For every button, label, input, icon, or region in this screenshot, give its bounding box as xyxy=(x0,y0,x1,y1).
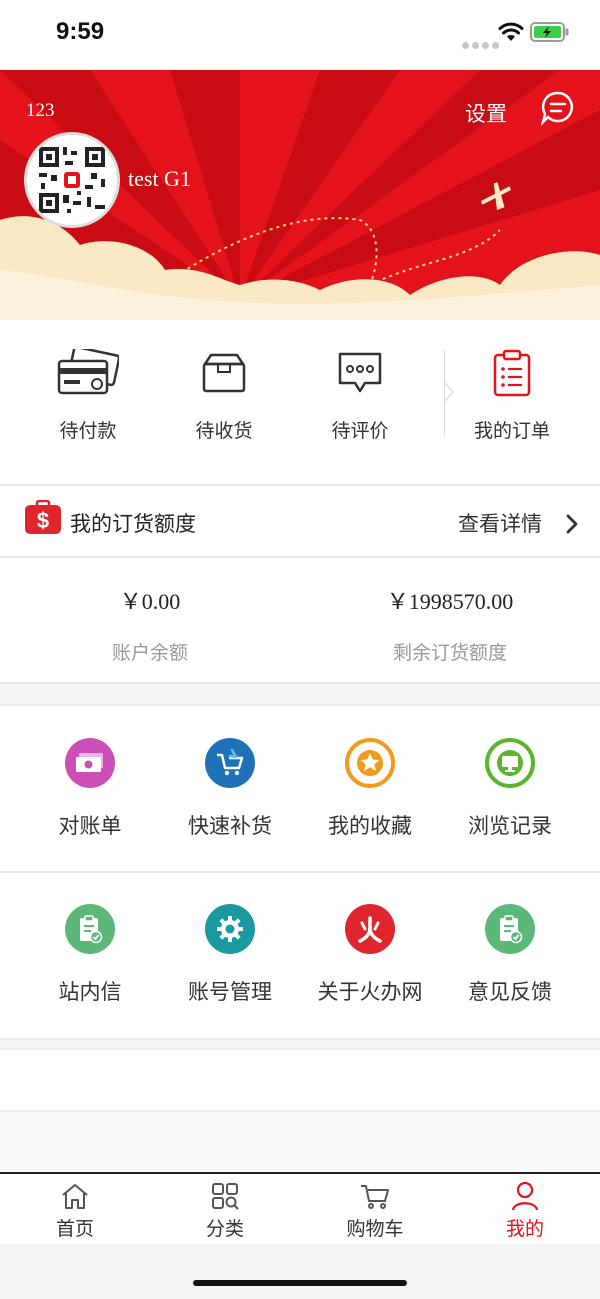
quota-header[interactable]: $ 我的订货额度 查看详情 xyxy=(0,484,600,558)
menu-statement[interactable]: 对账单 xyxy=(15,738,165,840)
fire-logo-icon xyxy=(345,904,395,954)
menu-label: 站内信 xyxy=(58,980,122,1004)
balance-value: ￥0.00 xyxy=(119,589,181,614)
remaining-value: ￥1998570.00 xyxy=(386,589,514,614)
menu-label: 账号管理 xyxy=(188,980,272,1004)
tab-mine[interactable]: 我的 xyxy=(450,1180,600,1241)
person-icon xyxy=(511,1181,539,1211)
tab-category[interactable]: 分类 xyxy=(150,1180,300,1241)
tab-label: 首页 xyxy=(55,1218,94,1240)
tab-label: 购物车 xyxy=(346,1218,404,1240)
avatar[interactable] xyxy=(24,132,120,228)
menu-feedback[interactable]: 意见反馈 xyxy=(435,904,585,1006)
order-pending-receipt[interactable]: 待收货 xyxy=(164,346,284,443)
remaining-quota: ￥1998570.00 剩余订货额度 xyxy=(300,584,600,665)
qr-code-avatar-icon xyxy=(27,135,117,225)
menu-label: 快速补货 xyxy=(188,814,272,838)
status-bar: 9:59 xyxy=(0,0,600,70)
view-details-link[interactable]: 查看详情 xyxy=(458,508,542,538)
menu-favorites[interactable]: 我的收藏 xyxy=(295,738,445,840)
home-icon xyxy=(62,1184,88,1209)
home-indicator-area xyxy=(0,1244,600,1299)
order-pending-payment[interactable]: 待付款 xyxy=(28,346,148,443)
user-number: 123 xyxy=(26,100,55,121)
message-icon[interactable] xyxy=(540,90,576,126)
menu-inbox[interactable]: 站内信 xyxy=(15,904,165,1006)
wallet-dollar-icon: $ xyxy=(25,500,61,534)
order-pending-review[interactable]: 待评价 xyxy=(300,346,420,443)
wifi-icon xyxy=(498,22,524,41)
order-label: 我的订单 xyxy=(473,420,550,442)
menu-about[interactable]: 关于火办网 xyxy=(295,904,445,1006)
tab-home[interactable]: 首页 xyxy=(0,1180,150,1241)
cash-bill-icon xyxy=(65,738,115,788)
tab-label: 分类 xyxy=(205,1218,244,1240)
status-time: 9:59 xyxy=(56,18,105,45)
credit-card-icon xyxy=(57,349,119,395)
settings-button[interactable]: 设置 xyxy=(465,98,507,128)
order-status-row: 待付款 待收货 待评价 我的订单 xyxy=(0,320,600,484)
category-grid-icon xyxy=(212,1183,239,1210)
menu-label: 我的收藏 xyxy=(328,814,412,838)
tab-label: 我的 xyxy=(505,1218,544,1240)
feature-grid: 对账单 快速补货 我的收藏 浏览记录 站内信 账号管理 关于火办网 意见反馈 xyxy=(0,704,600,1040)
comment-bubble-icon xyxy=(338,352,382,393)
divider xyxy=(0,871,600,873)
clipboard-list-icon xyxy=(493,349,531,397)
clipboard-check-icon xyxy=(485,904,535,954)
clipboard-check-icon xyxy=(65,904,115,954)
menu-label: 浏览记录 xyxy=(468,814,552,838)
order-label: 待评价 xyxy=(331,420,389,442)
quota-values: ￥0.00 账户余额 ￥1998570.00 剩余订货额度 xyxy=(0,558,600,684)
svg-text:$: $ xyxy=(37,508,49,533)
menu-quick-restock[interactable]: 快速补货 xyxy=(155,738,305,840)
order-label: 待收货 xyxy=(195,420,253,442)
monitor-icon xyxy=(485,738,535,788)
profile-header: 123 设置 test G1 xyxy=(0,70,600,320)
remaining-label: 剩余订货额度 xyxy=(392,642,507,664)
battery-icon xyxy=(530,22,569,42)
menu-label: 对账单 xyxy=(58,814,122,838)
username: test G1 xyxy=(128,166,191,191)
quota-title: 我的订货额度 xyxy=(70,512,196,536)
star-icon xyxy=(345,738,395,788)
empty-section xyxy=(0,1112,600,1172)
gear-icon xyxy=(205,904,255,954)
balance-label: 账户余额 xyxy=(111,642,188,664)
signal-dots-icon xyxy=(462,34,502,53)
order-label: 待付款 xyxy=(59,420,117,442)
shopping-cart-icon xyxy=(361,1185,389,1209)
package-box-icon xyxy=(202,353,246,393)
account-balance: ￥0.00 账户余额 xyxy=(0,584,300,665)
menu-history[interactable]: 浏览记录 xyxy=(435,738,585,840)
menu-label: 意见反馈 xyxy=(468,980,552,1004)
empty-section xyxy=(0,1048,600,1112)
bottom-tab-bar: 首页 分类 购物车 我的 xyxy=(0,1172,600,1244)
home-indicator[interactable] xyxy=(193,1280,407,1286)
chevron-right-icon[interactable] xyxy=(566,514,578,534)
cart-arrow-icon xyxy=(205,738,255,788)
menu-account-management[interactable]: 账号管理 xyxy=(155,904,305,1006)
my-orders-button[interactable]: 我的订单 xyxy=(452,346,572,443)
tab-cart[interactable]: 购物车 xyxy=(300,1180,450,1241)
menu-label: 关于火办网 xyxy=(317,980,423,1004)
